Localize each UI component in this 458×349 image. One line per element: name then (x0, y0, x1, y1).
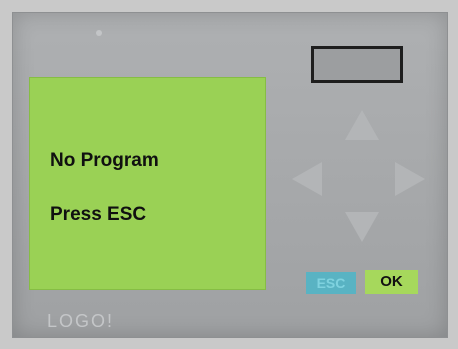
display-line-1: No Program (50, 150, 159, 171)
arrow-down-icon[interactable] (345, 212, 379, 242)
brand-logo: LOGO! (47, 311, 115, 331)
arrow-left-icon[interactable] (292, 162, 322, 196)
indicator-dot (96, 30, 102, 36)
esc-button[interactable]: ESC (306, 272, 356, 294)
display-line-2: Press ESC (50, 204, 147, 225)
ok-button[interactable]: OK (365, 270, 418, 294)
logo-controller-device: No Program Press ESC ESC OK LOGO! (0, 0, 458, 349)
arrow-right-icon[interactable] (395, 162, 425, 196)
lcd-display: No Program Press ESC (29, 77, 266, 290)
blank-function-key[interactable] (311, 46, 403, 83)
arrow-up-icon[interactable] (345, 110, 379, 140)
